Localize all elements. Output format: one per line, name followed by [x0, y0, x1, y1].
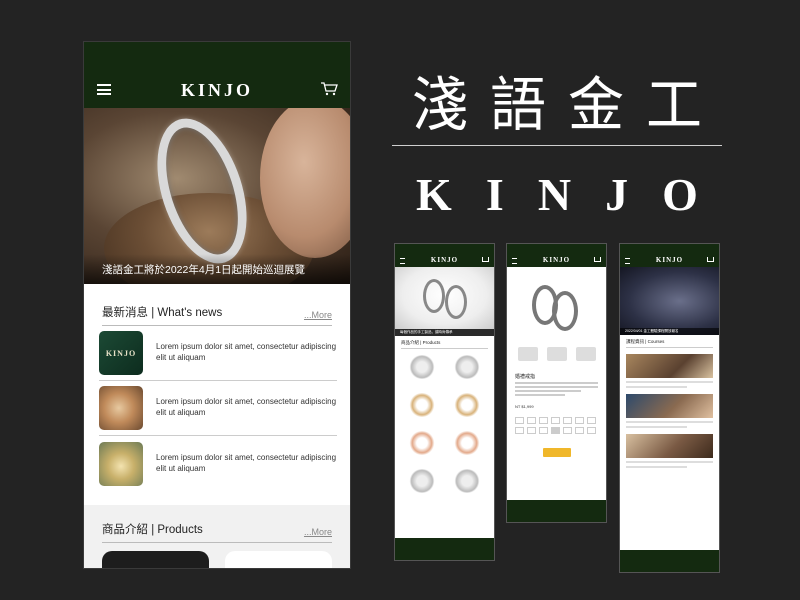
- mini-header: KINJO: [507, 244, 606, 267]
- mini-header: KINJO: [395, 244, 494, 267]
- mini-section-title: 課程資訊 | Courses: [626, 335, 713, 348]
- product-card[interactable]: [102, 551, 209, 568]
- ring-image: [423, 279, 445, 313]
- brand-char: 淺: [412, 71, 468, 140]
- products-more-link[interactable]: ...More: [304, 527, 332, 537]
- mini-footer: [395, 538, 494, 560]
- top-navigation-bar: KINJO: [84, 42, 350, 108]
- news-text: Lorem ipsum dolor sit amet, consectetur …: [156, 342, 337, 362]
- brand-char: 語: [490, 71, 546, 140]
- product-thumbnails: [507, 343, 606, 365]
- product-tile[interactable]: [405, 393, 440, 426]
- news-item[interactable]: Lorem ipsum dolor sit amet, consectetur …: [99, 436, 337, 491]
- news-thumbnail: KINJO: [99, 331, 143, 375]
- brand-letter: J: [605, 169, 629, 220]
- shopping-cart-icon[interactable]: [320, 82, 338, 96]
- product-cards: [102, 551, 332, 568]
- mini-footer: [620, 550, 719, 572]
- product-tile[interactable]: [450, 393, 485, 426]
- news-more-link[interactable]: ...More: [304, 310, 332, 320]
- thumbnail[interactable]: [546, 347, 567, 361]
- news-text: Lorem ipsum dolor sit amet, consectetur …: [156, 397, 337, 417]
- thumbnail[interactable]: [575, 347, 596, 361]
- brand-letter: O: [662, 169, 698, 220]
- product-tile[interactable]: [405, 469, 440, 502]
- product-tile[interactable]: [405, 355, 440, 388]
- thumbnail[interactable]: [517, 347, 538, 361]
- news-section: 最新消息 | What's news ...More: [84, 284, 350, 326]
- mini-screen-courses: KINJO 2022/04/01 金工體驗課程開放報名 課程資訊 | Cours…: [619, 243, 720, 573]
- product-tile[interactable]: [450, 431, 485, 464]
- product-main-image: [507, 267, 606, 343]
- product-grid: [395, 349, 494, 508]
- brand-char: 工: [646, 71, 702, 140]
- ring-image: [552, 291, 578, 331]
- product-description-block: [515, 382, 598, 396]
- news-header: 最新消息 | What's news ...More: [102, 284, 332, 326]
- showcase-canvas: KINJO 淺語金工將於2022年4月1日起開始巡迴展覽 最新消息 | What…: [0, 0, 800, 600]
- news-item[interactable]: KINJO Lorem ipsum dolor sit amet, consec…: [99, 326, 337, 381]
- product-tile[interactable]: [450, 355, 485, 388]
- mini-screen-detail: KINJO 婚禮戒指 NT $1,999: [506, 243, 607, 523]
- news-thumbnail: [99, 441, 143, 486]
- products-header: 商品介紹 | Products ...More: [102, 505, 332, 543]
- course-item[interactable]: [626, 394, 713, 428]
- product-price: NT $1,999: [515, 404, 534, 409]
- news-item[interactable]: Lorem ipsum dolor sit amet, consectetur …: [99, 381, 337, 436]
- product-tile[interactable]: [450, 469, 485, 502]
- products-title: 商品介紹 | Products: [102, 524, 203, 536]
- brand-english-title: K I N J O: [392, 168, 722, 221]
- main-phone-screen: KINJO 淺語金工將於2022年4月1日起開始巡迴展覽 最新消息 | What…: [83, 41, 351, 569]
- news-thumbnail: [99, 386, 143, 430]
- ring-image: [445, 285, 467, 319]
- news-list: KINJO Lorem ipsum dolor sit amet, consec…: [84, 326, 350, 491]
- mini-hero-caption: 每個作品的手工製品，讓時尚傳承: [395, 329, 494, 336]
- mini-hero-caption: 2022/04/01 金工體驗課程開放報名: [620, 328, 719, 335]
- brand-letter: K: [416, 169, 452, 220]
- mini-header: KINJO: [620, 244, 719, 267]
- brand-divider: [392, 145, 722, 146]
- product-tile[interactable]: [405, 431, 440, 464]
- size-options: [515, 417, 598, 434]
- mini-screen-products: KINJO 每個作品的手工製品，讓時尚傳承 商品介紹 | Products: [394, 243, 495, 561]
- hero-caption: 淺語金工將於2022年4月1日起開始巡迴展覽: [84, 254, 350, 284]
- product-card[interactable]: [225, 551, 332, 568]
- brand-letter: N: [537, 169, 572, 220]
- products-section: 商品介紹 | Products ...More: [84, 505, 350, 568]
- product-title: 婚禮戒指: [515, 374, 536, 380]
- mini-hero-image: [395, 267, 494, 329]
- brand-chinese-title: 淺 語 金 工: [392, 60, 722, 141]
- course-item[interactable]: [626, 434, 713, 468]
- app-logo[interactable]: KINJO: [181, 80, 253, 101]
- brand-char: 金: [568, 71, 624, 140]
- hero-banner[interactable]: 淺語金工將於2022年4月1日起開始巡迴展覽: [84, 108, 350, 284]
- news-text: Lorem ipsum dolor sit amet, consectetur …: [156, 452, 337, 473]
- course-item[interactable]: [626, 354, 713, 388]
- add-to-cart-button[interactable]: [542, 448, 571, 457]
- mini-footer: [507, 500, 606, 522]
- news-title: 最新消息 | What's news: [102, 307, 223, 319]
- hamburger-menu-icon[interactable]: [97, 84, 111, 95]
- mini-section-title: 商品介紹 | Products: [401, 336, 488, 349]
- brand-letter: I: [485, 169, 504, 220]
- course-hero-image: 2022/04/01 金工體驗課程開放報名: [620, 267, 719, 335]
